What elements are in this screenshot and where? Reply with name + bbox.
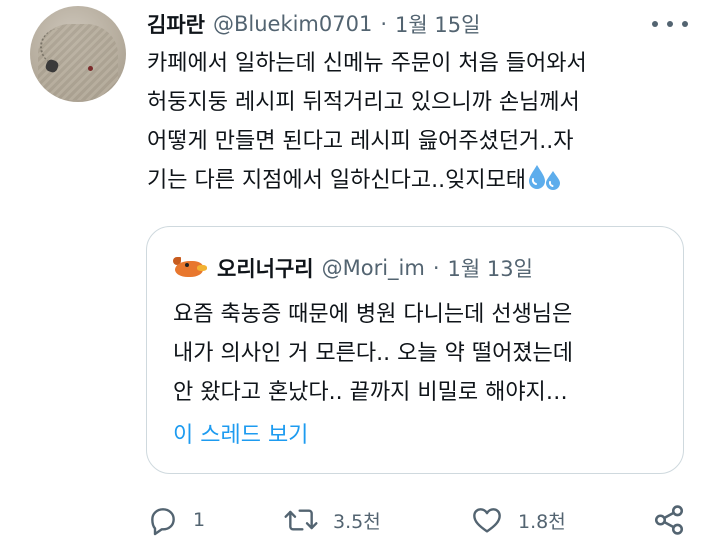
quoted-author-name: 오리너구리 xyxy=(217,257,314,281)
quoted-tweet[interactable]: 오리너구리 @Mori_im · 1월 13일 요즘 축농증 때문에 병원 다니… xyxy=(146,226,684,474)
quoted-text: 요즘 축농증 때문에 병원 다니는데 선생님은 내가 의사인 거 모른다.. 오… xyxy=(173,295,673,412)
separator-dot: · xyxy=(380,12,388,36)
quoted-line: 요즘 축농증 때문에 병원 다니는데 선생님은 xyxy=(173,302,573,327)
tweet-line: 기는 다른 지점에서 일하신다고..잊지모태 xyxy=(147,168,527,193)
author-handle[interactable]: @Bluekim0701 xyxy=(213,12,372,36)
heart-icon xyxy=(473,508,501,533)
avatar-eye xyxy=(185,263,189,267)
quoted-author-handle: @Mori_im xyxy=(321,256,425,280)
more-dot xyxy=(682,21,688,27)
tweet-line: 카페에서 일하는데 신메뉴 주문이 처음 들어와서 xyxy=(147,51,587,76)
quoted-line: 안 왔다고 혼났다.. 끝까지 비밀로 해야지… xyxy=(173,380,568,405)
more-dot xyxy=(667,21,673,27)
show-thread-link[interactable]: 이 스레드 보기 xyxy=(173,417,308,449)
avatar-mark xyxy=(88,66,93,71)
like-button[interactable]: 1.8천 xyxy=(470,500,566,540)
more-icon[interactable] xyxy=(652,12,688,36)
share-icon xyxy=(654,505,684,535)
retweet-button[interactable]: 3.5천 xyxy=(283,500,381,540)
share-button[interactable] xyxy=(652,500,686,540)
quoted-avatar xyxy=(173,251,207,285)
quoted-date: 1월 13일 xyxy=(447,257,533,281)
quoted-line: 내가 의사인 거 모른다.. 오늘 약 떨어졌는데 xyxy=(173,341,574,366)
tweet-text: 카페에서 일하는데 신메뉴 주문이 처음 들어와서 허둥지둥 레시피 뒤적거리고… xyxy=(147,44,707,200)
avatar-chain xyxy=(40,28,82,66)
quoted-header: 오리너구리 @Mori_im · 1월 13일 xyxy=(173,251,533,285)
avatar-bill xyxy=(197,265,207,271)
reply-button[interactable]: 1 xyxy=(147,500,205,540)
author-name[interactable]: 김파란 xyxy=(147,9,205,39)
tweet-line-last: 기는 다른 지점에서 일하신다고..잊지모태 xyxy=(147,161,707,200)
tweet-line: 허둥지둥 레시피 뒤적거리고 있으니까 손님께서 xyxy=(147,90,580,115)
tweet-date[interactable]: 1월 15일 xyxy=(395,9,480,39)
sweat-droplets-emoji xyxy=(529,165,561,190)
reply-icon xyxy=(151,508,175,536)
retweet-count: 3.5천 xyxy=(333,510,381,533)
tweet-header: 김파란 @Bluekim0701 · 1월 15일 xyxy=(147,6,480,42)
reply-count: 1 xyxy=(193,509,206,531)
action-bar: 1 3.5천 1.8천 xyxy=(0,500,720,540)
tweet-line: 어떻게 만들면 된다고 레시피 읊어주셨던거..자 xyxy=(147,129,574,154)
retweet-icon xyxy=(284,509,318,531)
more-dot xyxy=(652,21,658,27)
separator-dot: · xyxy=(432,256,440,280)
like-count: 1.8천 xyxy=(518,510,566,533)
author-avatar[interactable] xyxy=(30,6,126,102)
